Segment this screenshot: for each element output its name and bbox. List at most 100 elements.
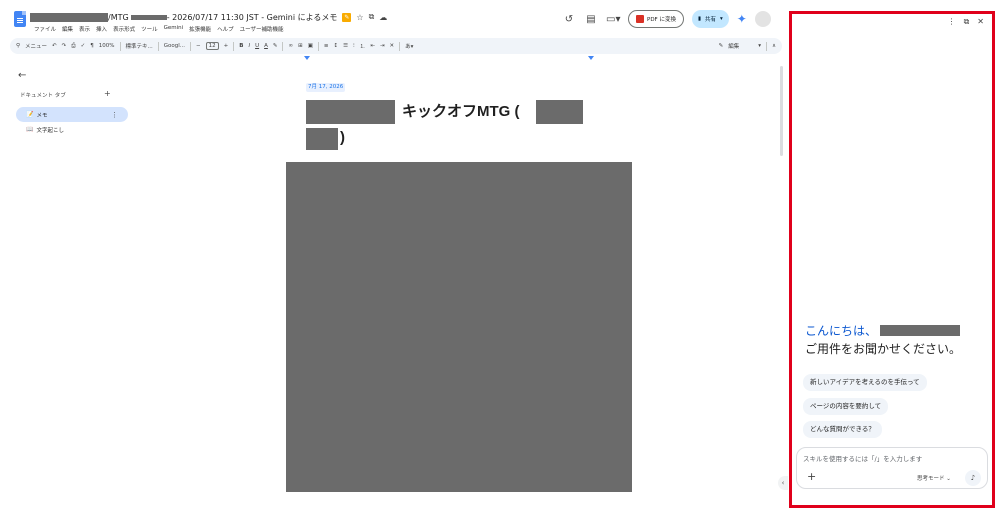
undo-icon[interactable]: ↶ — [52, 43, 57, 49]
italic-button[interactable]: I — [248, 43, 250, 49]
redacted-username — [880, 325, 961, 336]
more-options-icon[interactable]: ⋮ — [111, 111, 118, 119]
avatar[interactable] — [754, 11, 771, 27]
menu-extensions[interactable]: 拡張機能 — [189, 25, 211, 33]
title-suffix: - 2026/07/17 11:30 JST - Gemini によるメモ — [166, 12, 338, 22]
decrease-indent-icon[interactable]: ⇤ — [370, 43, 375, 49]
link-icon[interactable]: ∞ — [288, 43, 293, 49]
convert-pdf-button[interactable]: PDF に変換 — [628, 10, 684, 28]
divider — [765, 41, 767, 51]
formatting-toolbar: ⚲ メニュー ↶ ↷ ⎙ ✓ ¶ 100% 標準テキ... Googl... −… — [10, 38, 782, 54]
greeting-subtitle: ご用件をお聞かせください。 — [805, 342, 962, 356]
spellcheck-icon[interactable]: ✓ — [81, 43, 86, 49]
menu-gemini[interactable]: Gemini — [164, 25, 184, 33]
document-tabs-panel: ← ドキュメント タブ + 📝 メモ ⋮ 📖 文字起こし — [10, 66, 128, 486]
menu-format[interactable]: 表示形式 — [113, 25, 135, 33]
redacted-block — [306, 128, 338, 150]
greeting-text: こんにちは、 — [805, 324, 878, 338]
font-size-input[interactable]: 12 — [205, 42, 219, 50]
menu-edit[interactable]: 編集 — [62, 25, 73, 33]
gemini-icon[interactable]: ✦ — [737, 12, 747, 26]
menu-view[interactable]: 表示 — [79, 25, 90, 33]
paint-format-icon[interactable]: ¶ — [90, 43, 94, 49]
close-icon[interactable]: ✕ — [977, 17, 984, 27]
google-docs-window: /MTG - 2026/07/17 11:30 JST - Gemini による… — [0, 0, 1008, 518]
menu-accessibility[interactable]: ユーザー補助機能 — [240, 25, 284, 33]
suggestion-chip[interactable]: ページの内容を要約して — [803, 398, 889, 415]
title-text: /MTG — [108, 12, 129, 22]
chevron-down-icon[interactable]: ▾ — [758, 43, 761, 49]
clear-format-icon[interactable]: ✕ — [390, 43, 395, 49]
suggestion-chip[interactable]: 新しいアイデアを考えるのを手伝って — [803, 374, 927, 391]
redacted-block — [536, 100, 583, 124]
comment-icon[interactable]: ⊞ — [298, 43, 303, 49]
underline-button[interactable]: U — [255, 43, 259, 49]
checklist-icon[interactable]: ☰ — [343, 43, 348, 49]
style-select[interactable]: 標準テキ... — [126, 42, 153, 50]
text-color-button[interactable]: A — [264, 43, 268, 49]
history-icon[interactable]: ↺ — [562, 14, 576, 25]
document-canvas[interactable]: 7月 17, 2026 キックオフMTG ( ) — [124, 60, 784, 492]
tab-emoji: 📖 — [26, 126, 34, 133]
cloud-status-icon[interactable]: ☁ — [379, 13, 387, 22]
add-tab-icon[interactable]: + — [104, 89, 111, 98]
prompt-input[interactable] — [803, 455, 983, 463]
divider — [119, 41, 121, 51]
search-menus-label[interactable]: メニュー — [25, 42, 47, 50]
panel-controls: ⋮ ⧉ ✕ — [948, 17, 984, 27]
divider — [233, 41, 235, 51]
font-select[interactable]: Googl... — [164, 43, 185, 49]
print-icon[interactable]: ⎙ — [71, 43, 75, 50]
header-actions: ↺ ▤ ▭▾ PDF に変換 ▮ 共有 ▾ ✦ — [562, 10, 771, 28]
line-spacing-icon[interactable]: ↕ — [334, 43, 339, 49]
decrease-font-icon[interactable]: − — [196, 43, 201, 49]
increase-font-icon[interactable]: + — [224, 43, 229, 49]
divider — [317, 41, 319, 51]
numbered-list-icon[interactable]: ⒈ — [360, 42, 366, 50]
editing-mode-label[interactable]: 編集 — [728, 42, 739, 50]
suggestion-chip[interactable]: どんな質問ができる？ — [803, 421, 882, 438]
menu-file[interactable]: ファイル — [34, 25, 56, 33]
share-button[interactable]: ▮ 共有 ▾ — [691, 10, 729, 28]
heading-text-end: ) — [340, 129, 345, 146]
menu-help[interactable]: ヘルプ — [217, 25, 234, 33]
document-title[interactable]: /MTG - 2026/07/17 11:30 JST - Gemini による… — [30, 11, 387, 23]
open-in-new-icon[interactable]: ⧉ — [964, 17, 970, 27]
pdf-label: PDF に変換 — [647, 17, 676, 23]
move-folder-icon[interactable]: ⧉ — [369, 12, 375, 22]
highlight-icon[interactable]: ✎ — [273, 43, 278, 49]
back-arrow-icon[interactable]: ← — [18, 70, 26, 81]
input-tools-icon[interactable]: あ▾ — [405, 42, 413, 50]
collapse-side-panel-icon[interactable]: ‹ — [778, 476, 788, 490]
editing-mode-icon[interactable]: ✎ — [719, 43, 724, 49]
tabs-heading: ドキュメント タブ — [20, 93, 66, 99]
chevron-down-icon[interactable]: ▾ — [720, 16, 723, 22]
add-icon[interactable]: + — [807, 470, 816, 483]
docs-logo-icon[interactable] — [14, 11, 26, 27]
align-icon[interactable]: ≡ — [324, 43, 329, 49]
divider — [157, 41, 159, 51]
increase-indent-icon[interactable]: ⇥ — [380, 43, 385, 49]
tab-memo[interactable]: 📝 メモ ⋮ — [16, 107, 128, 122]
mode-select[interactable]: 思考モード ⌄ — [917, 474, 951, 482]
comments-icon[interactable]: ▤ — [584, 14, 598, 25]
zoom-select[interactable]: 100% — [99, 43, 115, 49]
bold-button[interactable]: B — [239, 43, 243, 49]
scrollbar[interactable] — [780, 66, 783, 156]
more-options-icon[interactable]: ⋮ — [948, 17, 956, 27]
gemini-side-panel: ⋮ ⧉ ✕ こんにちは、 ご用件をお聞かせください。 新しいアイデアを考えるのを… — [789, 11, 995, 508]
menu-insert[interactable]: 挿入 — [96, 25, 107, 33]
mic-icon[interactable]: ♪ — [965, 470, 981, 486]
collapse-toolbar-icon[interactable]: ∧ — [772, 43, 776, 49]
meet-icon[interactable]: ▭▾ — [606, 14, 620, 25]
image-icon[interactable]: ▣ — [308, 43, 313, 49]
pdf-icon — [636, 15, 644, 23]
redo-icon[interactable]: ↷ — [62, 43, 67, 49]
tab-label: メモ — [36, 112, 48, 119]
search-menus-icon[interactable]: ⚲ — [16, 43, 20, 49]
star-icon[interactable]: ☆ — [356, 13, 363, 22]
date-chip[interactable]: 7月 17, 2026 — [306, 83, 346, 92]
tab-transcript[interactable]: 📖 文字起こし — [16, 122, 128, 137]
bullet-list-icon[interactable]: ⁝ — [353, 43, 355, 49]
menu-tools[interactable]: ツール — [141, 25, 158, 33]
